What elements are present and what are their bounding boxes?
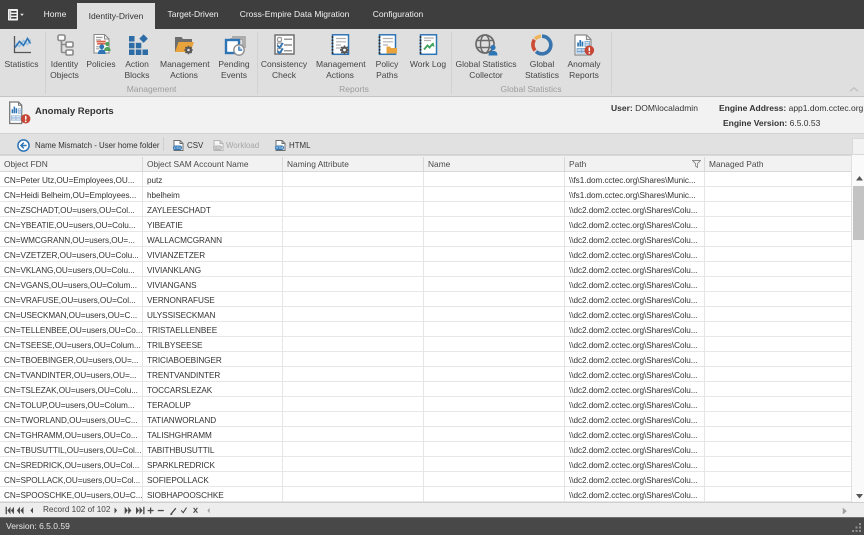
svg-text:HTM: HTM — [276, 146, 284, 150]
svg-text:CSV: CSV — [214, 146, 222, 150]
svg-text:CSV: CSV — [174, 146, 182, 150]
